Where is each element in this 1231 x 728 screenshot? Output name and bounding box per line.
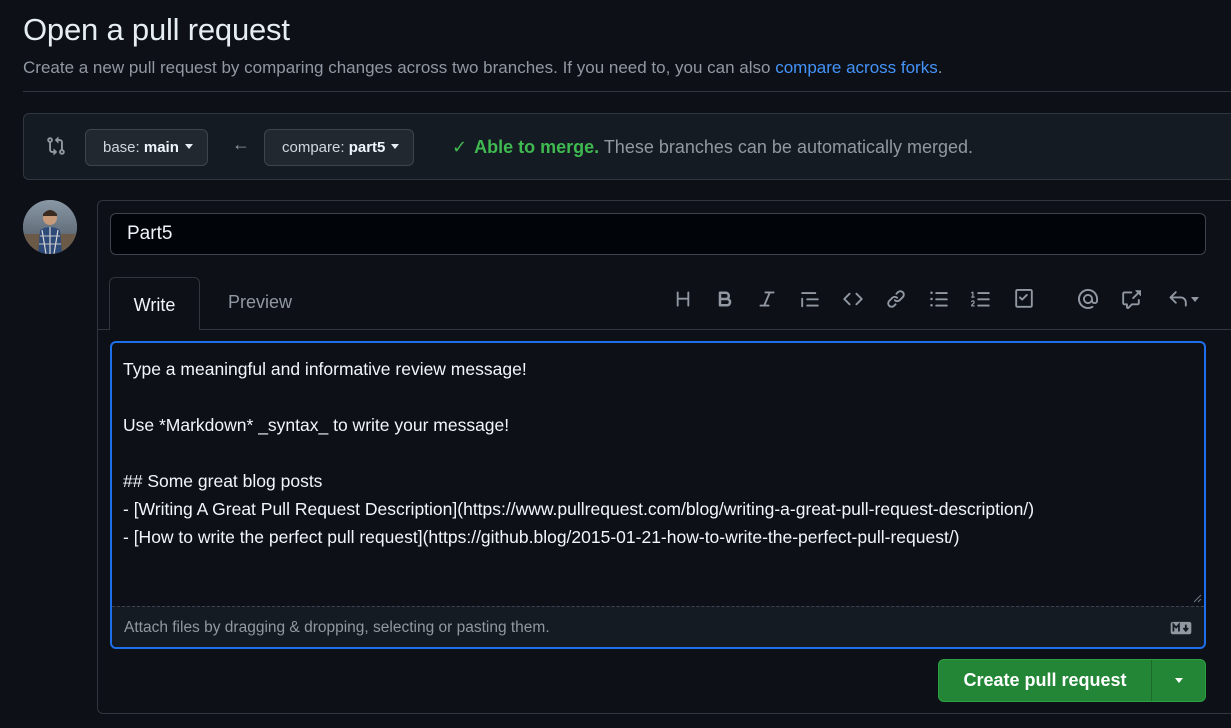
heading-icon[interactable] (672, 288, 694, 310)
italic-icon[interactable] (756, 288, 778, 310)
divider (23, 91, 1231, 92)
attach-files-area[interactable]: Attach files by dragging & dropping, sel… (112, 606, 1204, 647)
chevron-down-icon (391, 144, 400, 149)
base-branch-select[interactable]: base: main (85, 129, 208, 166)
tabs-divider (98, 329, 1231, 330)
git-compare-icon (47, 136, 65, 156)
reference-icon[interactable] (1120, 288, 1142, 310)
avatar-image (23, 200, 77, 254)
page-title: Open a pull request (23, 12, 290, 47)
markdown-icon[interactable] (1170, 621, 1192, 635)
pull-request-form: Part5 Write Preview Type a meaningful an… (97, 200, 1231, 714)
check-icon: ✓ (452, 137, 468, 157)
body-textarea[interactable]: Type a meaningful and informative review… (110, 341, 1206, 649)
compare-branch-select[interactable]: compare: part5 (264, 129, 415, 166)
merge-status-strong: Able to merge. (474, 137, 600, 157)
create-pull-request-button[interactable]: Create pull request (939, 660, 1151, 701)
bold-icon[interactable] (714, 288, 736, 310)
attach-files-text: Attach files by dragging & dropping, sel… (124, 619, 550, 636)
chevron-down-icon (1174, 678, 1183, 683)
link-icon[interactable] (885, 288, 907, 310)
chevron-down-icon (184, 144, 193, 149)
base-branch-name: main (143, 139, 179, 156)
saved-replies-icon[interactable] (1164, 288, 1202, 310)
unordered-list-icon[interactable] (928, 288, 950, 310)
quote-icon[interactable] (799, 288, 821, 310)
arrow-left-icon: ← (232, 134, 250, 154)
compare-across-forks-link[interactable]: compare across forks (775, 58, 938, 77)
tab-write[interactable]: Write (109, 277, 200, 330)
create-options-dropdown[interactable] (1152, 660, 1205, 701)
subtitle-suffix: . (937, 58, 943, 77)
tab-preview[interactable]: Preview (228, 292, 292, 313)
page: Open a pull request Create a new pull re… (0, 0, 1231, 728)
mention-icon[interactable] (1077, 288, 1099, 310)
create-pull-request-group: Create pull request (938, 659, 1206, 702)
base-label: base: (103, 139, 140, 156)
compare-branch-name: part5 (348, 139, 386, 156)
avatar[interactable] (23, 200, 77, 254)
task-list-icon[interactable] (1013, 288, 1035, 310)
subtitle-text: Create a new pull request by comparing c… (23, 58, 776, 77)
merge-status-text: These branches can be automatically merg… (599, 137, 974, 157)
branch-compare-bar: base: main ← compare: part5 ✓ Able to me… (23, 113, 1231, 180)
ordered-list-icon[interactable] (970, 288, 992, 310)
merge-status: ✓ Able to merge. These branches can be a… (452, 137, 973, 158)
body-text[interactable]: Type a meaningful and informative review… (123, 355, 1183, 605)
title-input[interactable]: Part5 (110, 213, 1206, 255)
compare-label: compare: (282, 139, 345, 156)
page-subtitle: Create a new pull request by comparing c… (23, 58, 942, 78)
chevron-down-icon (1190, 296, 1199, 302)
resize-handle-icon[interactable] (1192, 593, 1202, 603)
code-icon[interactable] (842, 288, 864, 310)
